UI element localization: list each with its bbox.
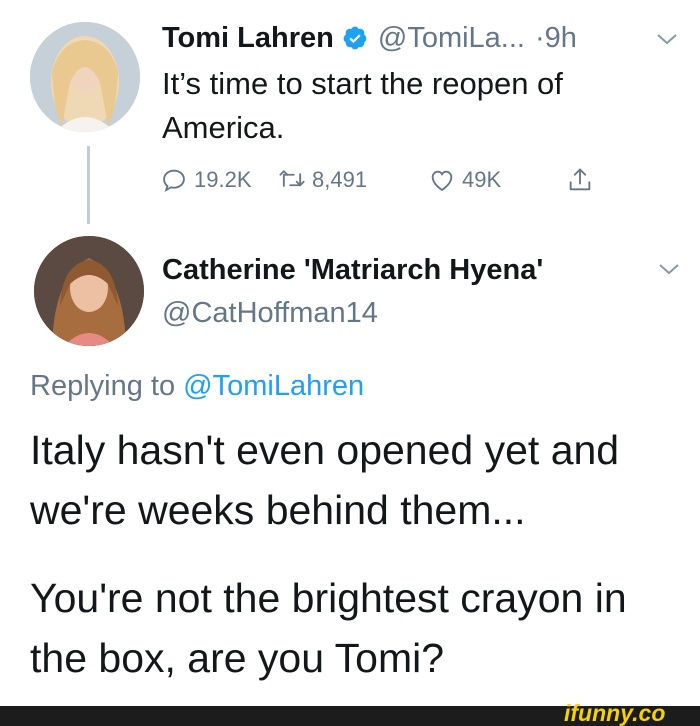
reply-text-paragraph: Italy hasn't even opened yet and we're w… — [30, 427, 620, 533]
share-button[interactable] — [566, 166, 600, 194]
replying-to-line: Replying to @TomiLahren — [30, 364, 364, 408]
avatar-catherine[interactable] — [34, 236, 144, 346]
chevron-down-icon[interactable] — [656, 32, 678, 46]
tweet-text: It’s time to start the reopen of America… — [162, 66, 563, 145]
chevron-down-icon[interactable] — [658, 262, 680, 276]
reply-author-name[interactable]: Catherine 'Matriarch Hyena' — [162, 250, 543, 290]
tweet-time[interactable]: 9h — [545, 22, 577, 55]
like-icon — [431, 170, 453, 192]
avatar-tomi-lahren[interactable] — [30, 22, 140, 132]
tweet-actions: 19.2K 8,491 49K — [160, 162, 620, 198]
retweet-count: 8,491 — [312, 167, 368, 192]
tweet-header: Tomi Lahren @TomiLa... · 9h — [162, 18, 577, 58]
share-icon — [569, 168, 591, 191]
verified-badge-icon — [342, 25, 368, 51]
author-name[interactable]: Tomi Lahren — [162, 22, 334, 55]
reply-button[interactable]: 19.2K — [160, 166, 252, 194]
retweet-button[interactable]: 8,491 — [278, 166, 367, 194]
like-button[interactable]: 49K — [428, 166, 501, 194]
replying-to-label: Replying to — [30, 370, 176, 402]
ifunny-watermark-logo: ifunny.co — [564, 700, 665, 726]
reply-author-handle[interactable]: @CatHoffman14 — [162, 293, 378, 333]
separator-dot: · — [534, 21, 545, 54]
reply-icon — [163, 169, 185, 193]
svg-text:ifunny.co: ifunny.co — [564, 700, 665, 726]
thread-connector-line — [87, 146, 90, 224]
retweet-icon — [279, 170, 305, 187]
reply-count: 19.2K — [194, 167, 252, 192]
replying-to-mention[interactable]: @TomiLahren — [183, 370, 364, 402]
like-count: 49K — [462, 167, 502, 192]
reply-text-paragraph: You're not the brightest crayon in the b… — [30, 575, 627, 681]
author-handle[interactable]: @TomiLa... — [378, 22, 525, 55]
